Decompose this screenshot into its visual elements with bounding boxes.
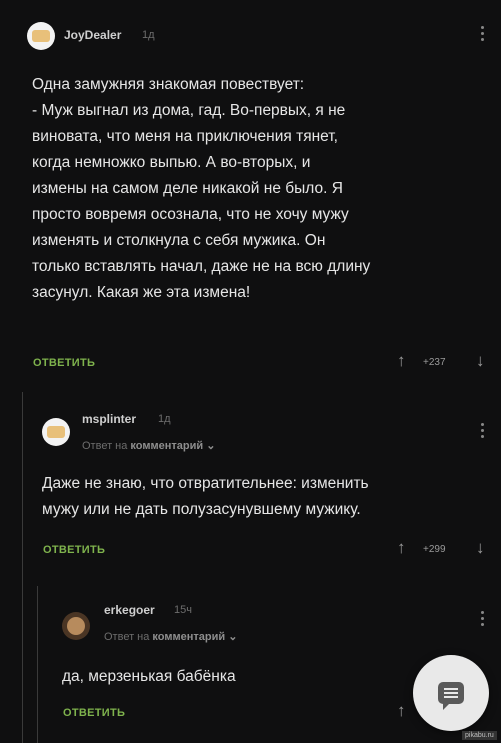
timestamp: 15ч — [174, 604, 192, 616]
comment-fab-button[interactable] — [413, 655, 489, 731]
reply-to-target: комментарий — [152, 631, 226, 643]
comment-text: да, мерзенькая бабёнка — [62, 664, 402, 690]
avatar[interactable] — [62, 612, 90, 640]
chevron-down-icon: ⌄ — [228, 631, 238, 643]
reply-to-prefix: Ответ на — [104, 631, 150, 643]
comment-erkegoer: erkegoer 15ч Ответ на комментарий ⌄ да, … — [0, 0, 501, 743]
comment-icon — [438, 682, 464, 710]
more-options-icon[interactable] — [481, 611, 485, 629]
username[interactable]: erkegoer — [104, 603, 155, 617]
reply-to-link[interactable]: Ответ на комментарий ⌄ — [104, 630, 237, 643]
upvote-icon[interactable]: ↑ — [397, 701, 406, 721]
reply-button[interactable]: ОТВЕТИТЬ — [63, 707, 125, 719]
watermark: pikabu.ru — [462, 731, 497, 740]
text-line: да, мерзенькая бабёнка — [62, 668, 236, 685]
